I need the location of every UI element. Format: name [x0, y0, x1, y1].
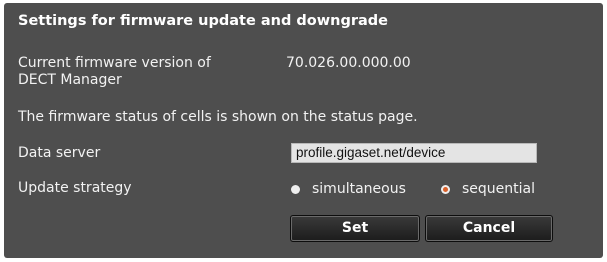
set-button[interactable]: Set	[290, 215, 420, 242]
radio-option-simultaneous[interactable]: simultaneous	[291, 181, 406, 197]
firmware-status-note: The firmware status of cells is shown on…	[18, 109, 418, 125]
radio-simultaneous[interactable]	[291, 184, 300, 194]
firmware-settings-panel: Settings for firmware update and downgra…	[4, 3, 603, 258]
radio-sequential[interactable]	[441, 184, 450, 194]
data-server-input[interactable]: profile.gigaset.net/device	[291, 143, 537, 163]
firmware-version-label-line1: Current firmware version of	[18, 55, 211, 71]
section-title: Settings for firmware update and downgra…	[18, 13, 388, 29]
update-strategy-label: Update strategy	[18, 180, 132, 196]
firmware-version-value: 70.026.00.000.00	[286, 55, 411, 71]
cancel-button[interactable]: Cancel	[425, 215, 553, 242]
firmware-version-label: Current firmware version of DECT Manager	[18, 55, 211, 89]
radio-option-sequential[interactable]: sequential	[441, 181, 535, 197]
firmware-version-label-line2: DECT Manager	[18, 72, 122, 88]
data-server-label: Data server	[18, 145, 101, 161]
radio-simultaneous-label: simultaneous	[312, 181, 406, 197]
radio-sequential-label: sequential	[462, 181, 536, 197]
